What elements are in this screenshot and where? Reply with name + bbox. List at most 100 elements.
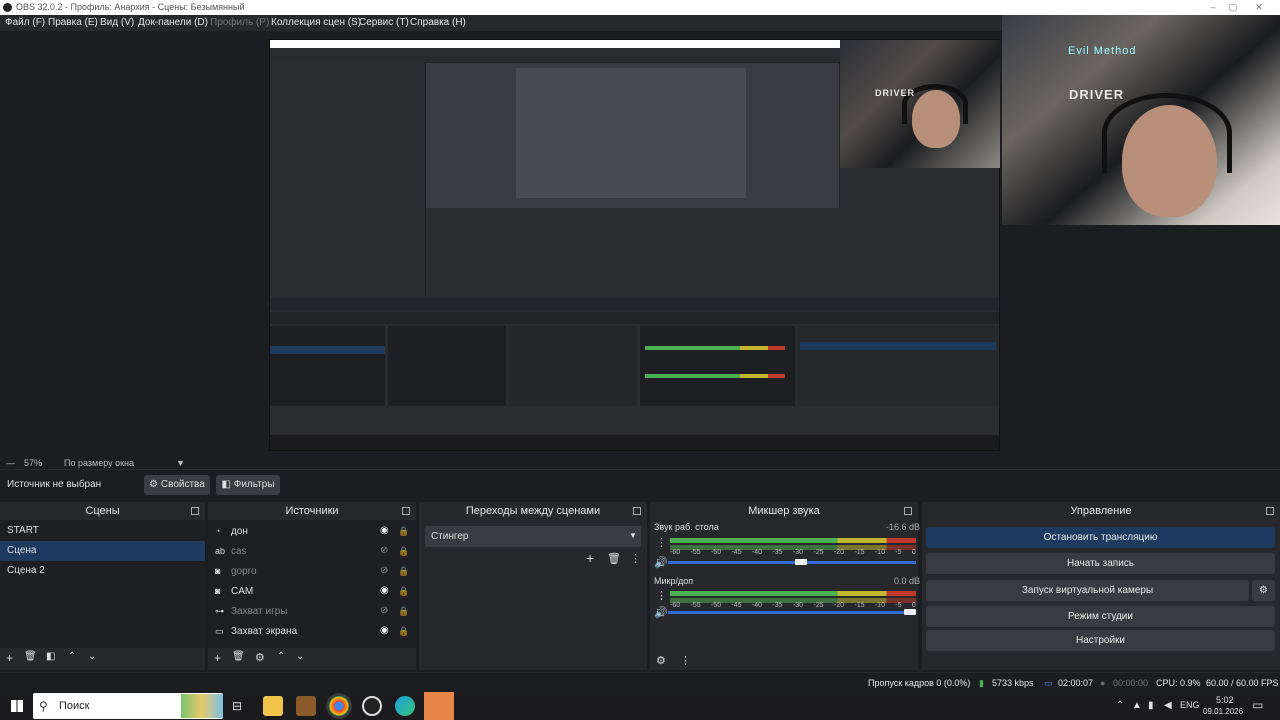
more-icon[interactable]: ⋮ (656, 589, 667, 602)
tray-chevron-icon[interactable]: ⌃ (1116, 700, 1124, 711)
source-item[interactable]: ◔ дон ◉ 🔒 (208, 521, 416, 541)
undock-icon[interactable] (402, 507, 410, 515)
transition-select[interactable]: Стингер ▼ (425, 526, 641, 547)
trash-icon[interactable]: 🗑 (24, 651, 37, 662)
start-record-button[interactable]: Начать запись (926, 553, 1275, 574)
move-up-icon[interactable]: ⌃ (277, 651, 285, 662)
clock-time[interactable]: 5:02 (1216, 695, 1234, 705)
language-indicator[interactable]: ENG (1180, 700, 1200, 710)
move-down-icon[interactable]: ⌄ (88, 651, 96, 662)
scene-item-selected[interactable]: Сцена (0, 541, 205, 561)
tray-network-icon[interactable]: ▲ (1132, 700, 1142, 711)
maximize-icon[interactable]: ▢ (1226, 0, 1240, 15)
volume-slider[interactable] (668, 561, 916, 564)
lock-icon[interactable]: 🔒 (398, 521, 409, 541)
add-icon[interactable]: + (214, 651, 221, 665)
windows-start-icon[interactable] (11, 700, 23, 712)
lock-icon[interactable]: 🔒 (398, 581, 409, 601)
meter-tick-label: -40 (751, 549, 763, 556)
scene-label: Сцена (7, 545, 37, 556)
monitor-icon: ▭ (215, 626, 224, 636)
meter-tick-label: -45 (731, 549, 742, 556)
source-item[interactable]: ab cas ⊘ 🔒 (208, 541, 416, 561)
gear-icon[interactable]: ⚙ (1252, 580, 1275, 601)
eye-icon[interactable]: ◉ (380, 521, 389, 541)
eye-off-icon[interactable]: ⊘ (380, 561, 388, 581)
sources-title: Источники (285, 505, 339, 517)
source-item[interactable]: ◙ gopro ⊘ 🔒 (208, 561, 416, 581)
menu-view[interactable]: Вид (V) (100, 17, 134, 28)
studio-mode-button[interactable]: Режим студии (926, 606, 1275, 627)
more-icon[interactable]: ⋮ (680, 654, 691, 667)
menu-edit[interactable]: Правка (E) (48, 17, 98, 28)
more-icon[interactable]: ⋮ (630, 552, 641, 565)
camera-icon: ◙ (215, 586, 221, 596)
close-icon[interactable]: ✕ (1252, 0, 1266, 15)
volume-knob[interactable] (795, 559, 807, 565)
eye-icon[interactable]: ◉ (380, 621, 389, 641)
volume-icon[interactable]: ◀ (1164, 700, 1172, 711)
trash-icon[interactable]: 🗑 (607, 552, 621, 565)
lock-icon[interactable]: 🔒 (398, 541, 409, 561)
file-explorer-icon[interactable] (263, 696, 283, 716)
menu-scene-collection[interactable]: Коллекция сцен (S) (271, 17, 361, 28)
zoom-mode[interactable]: По размеру окна (64, 458, 134, 468)
undock-icon[interactable] (904, 507, 912, 515)
volume-slider[interactable] (668, 611, 916, 614)
scene-item[interactable]: Сцена 2 (0, 561, 205, 581)
menu-file[interactable]: Файл (F) (5, 17, 45, 28)
source-item[interactable]: ◙ CAM ◉ 🔒 (208, 581, 416, 601)
level-meter (670, 538, 916, 543)
microphone-icon[interactable]: ▮ (1148, 700, 1154, 711)
undock-icon[interactable] (191, 507, 199, 515)
stop-stream-button[interactable]: Остановить трансляцию (926, 527, 1275, 548)
gear-icon[interactable]: ⚙ (255, 651, 265, 664)
filter-icon[interactable]: ◧ (46, 651, 55, 662)
properties-button[interactable]: ⚙ Свойства (144, 475, 210, 495)
menu-docks[interactable]: Док-панели (D) (138, 17, 208, 28)
source-item[interactable]: ⊶ Захват игры ⊘ 🔒 (208, 601, 416, 621)
virtual-camera-button[interactable]: Запуск виртуальной камеры (926, 580, 1249, 601)
obs-icon[interactable] (362, 696, 382, 716)
chrome-icon[interactable] (329, 696, 349, 716)
add-icon[interactable]: + (586, 550, 594, 566)
taskbar-search-box[interactable]: ⚲ Поиск (33, 693, 223, 719)
undock-icon[interactable] (633, 507, 641, 515)
obs-logo-icon (3, 3, 12, 12)
telegram-icon[interactable] (424, 692, 454, 720)
scene-item[interactable]: START (0, 521, 205, 541)
lock-icon[interactable]: 🔒 (398, 601, 409, 621)
speaker-icon[interactable]: 🔊 (654, 556, 668, 569)
speaker-icon[interactable]: 🔊 (654, 606, 668, 619)
advanced-audio-icon[interactable]: ⚙ (656, 654, 666, 667)
trash-icon[interactable]: 🗑 (232, 651, 245, 662)
eye-off-icon[interactable]: ⊘ (380, 541, 388, 561)
clock-date[interactable]: 09.01.2026 (1203, 707, 1243, 716)
eye-off-icon[interactable]: ⊘ (380, 601, 388, 621)
lock-icon[interactable]: 🔒 (398, 621, 409, 641)
filters-button[interactable]: ◧ Фильтры (216, 475, 280, 495)
menu-help[interactable]: Справка (H) (410, 17, 466, 28)
edge-icon[interactable] (395, 696, 415, 716)
menu-profile[interactable]: Профиль (P) (210, 17, 269, 28)
more-icon[interactable]: ⋮ (656, 536, 667, 549)
app-w-icon[interactable] (296, 696, 316, 716)
zoom-dropdown-icon[interactable]: ▼ (176, 458, 185, 468)
move-up-icon[interactable]: ⌃ (68, 651, 76, 662)
notifications-icon[interactable]: ▭ (1252, 698, 1263, 712)
source-item[interactable]: ▭ Захват экрана ◉ 🔒 (208, 621, 416, 641)
minimize-icon[interactable]: – (1206, 0, 1220, 15)
undock-icon[interactable] (1266, 507, 1274, 515)
menu-tools[interactable]: Сервис (T) (359, 17, 409, 28)
record-icon: ● (1100, 678, 1106, 688)
scenes-toolbar: + 🗑 ◧ ⌃ ⌄ (0, 648, 205, 670)
lock-icon[interactable]: 🔒 (398, 561, 409, 581)
add-icon[interactable]: + (6, 651, 13, 665)
settings-button[interactable]: Настройки (926, 630, 1275, 651)
move-down-icon[interactable]: ⌄ (296, 651, 304, 662)
zoom-out-icon[interactable]: — (6, 458, 15, 468)
zoom-value[interactable]: 57% (24, 458, 42, 468)
task-view-icon[interactable]: ⊟ (232, 699, 242, 713)
volume-knob[interactable] (904, 609, 916, 615)
eye-icon[interactable]: ◉ (380, 581, 389, 601)
